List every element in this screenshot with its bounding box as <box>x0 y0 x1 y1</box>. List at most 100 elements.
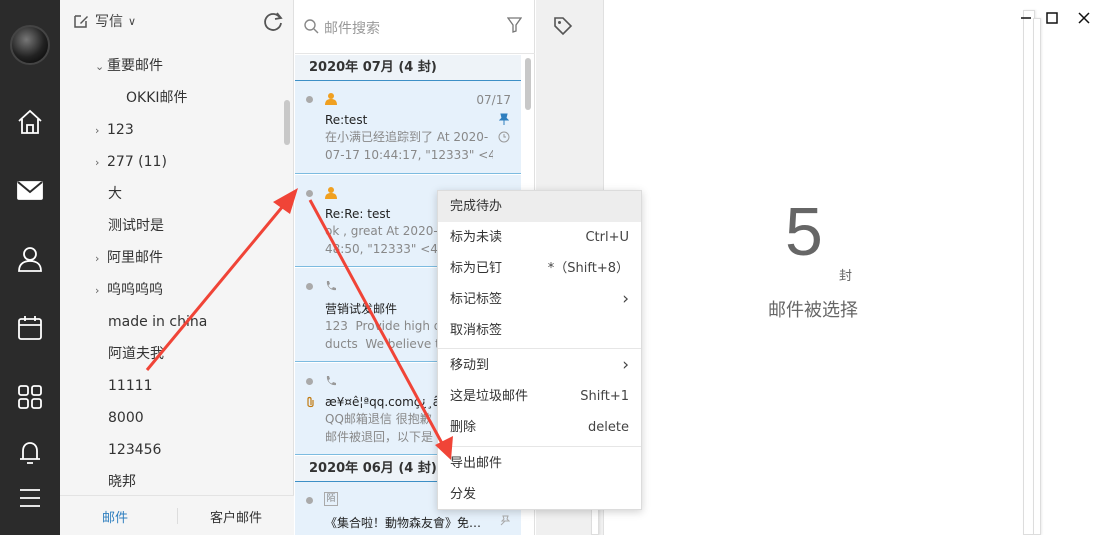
folder-item[interactable]: 测试时是 <box>108 212 164 240</box>
search-input[interactable]: 邮件搜索 <box>324 18 380 38</box>
person-icon <box>325 187 337 199</box>
folder-item[interactable]: › 123 <box>95 116 134 144</box>
menu-item-complete-todo[interactable]: 完成待办 <box>438 191 641 222</box>
apps-grid-icon[interactable] <box>15 382 45 412</box>
chevron-right-icon[interactable]: › <box>95 245 107 273</box>
chevron-right-icon: › <box>622 355 629 375</box>
folder-item[interactable]: OKKI邮件 <box>126 84 188 112</box>
menu-shortcut: Ctrl+U <box>585 230 629 245</box>
menu-item-label: 这是垃圾邮件 <box>450 389 529 404</box>
nav-sidebar <box>0 0 60 535</box>
list-scrollbar[interactable] <box>525 58 531 110</box>
menu-item-move-to[interactable]: 移动到 › <box>438 350 641 381</box>
menu-divider <box>438 446 641 447</box>
folder-item[interactable]: 阿道夫我 <box>108 340 164 368</box>
folder-label: 277 (11) <box>107 154 167 170</box>
compose-label: 写信 <box>95 14 123 30</box>
menu-divider <box>438 348 641 349</box>
chevron-down-icon[interactable]: ⌄ <box>95 53 107 81</box>
folder-header: 写信 ∨ <box>60 0 294 42</box>
group-header-july: 2020年 07月 (4 封) <box>295 55 521 81</box>
unread-dot <box>306 378 313 385</box>
mail-subject: Re:test <box>325 113 368 127</box>
stacked-paper <box>1033 18 1041 535</box>
folder-scrollbar[interactable] <box>284 100 290 145</box>
folder-label: 8000 <box>108 410 144 426</box>
bell-icon[interactable] <box>15 437 45 467</box>
menu-item-label: 导出邮件 <box>450 456 503 471</box>
menu-item-add-tag[interactable]: 标记标签 › <box>438 284 641 315</box>
edit-icon <box>74 15 88 28</box>
tag-icon[interactable] <box>553 16 573 36</box>
folder-label: 呜呜呜呜 <box>107 282 163 298</box>
tab-mail[interactable]: 邮件 <box>102 507 128 526</box>
mail-item[interactable]: 07/17 Re:test 在小满已经追踪到了 At 2020- 07-17 1… <box>295 81 521 174</box>
phone-icon <box>326 281 336 291</box>
pin-icon[interactable] <box>499 113 509 125</box>
tab-customer-mail[interactable]: 客户邮件 <box>210 507 262 526</box>
folder-label: 重要邮件 <box>107 58 163 74</box>
chevron-right-icon[interactable]: › <box>95 149 107 177</box>
folder-label: 11111 <box>108 378 153 394</box>
folder-item[interactable]: 11111 <box>108 372 153 400</box>
menu-item-distribute[interactable]: 分发 <box>438 479 641 510</box>
filter-icon[interactable] <box>507 17 522 33</box>
mail-preview: 在小满已经追踪到了 At 2020- <box>325 130 489 144</box>
menu-item-label: 完成待办 <box>450 199 503 214</box>
folder-label: 123 <box>107 122 134 138</box>
chevron-right-icon[interactable]: › <box>95 277 107 305</box>
minimize-button[interactable] <box>1016 8 1036 28</box>
chevron-right-icon: › <box>622 289 629 309</box>
contacts-icon[interactable] <box>15 244 45 274</box>
tab-divider <box>177 508 178 524</box>
close-button[interactable] <box>1074 8 1094 28</box>
folder-label: 测试时是 <box>108 218 164 234</box>
menu-item-label: 删除 <box>450 420 477 435</box>
folder-item[interactable]: › 呜呜呜呜 <box>95 276 163 304</box>
menu-item-spam[interactable]: 这是垃圾邮件 Shift+1 <box>438 381 641 412</box>
menu-item-export[interactable]: 导出邮件 <box>438 448 641 479</box>
mail-preview: 07-17 10:44:17, "12333" <40 <box>325 148 493 162</box>
avatar[interactable] <box>10 25 50 65</box>
menu-item-mark-pinned[interactable]: 标为已钉 *（Shift+8） <box>438 253 641 284</box>
attachment-icon <box>307 396 314 408</box>
chevron-right-icon[interactable]: › <box>95 117 107 145</box>
calendar-icon[interactable] <box>15 313 45 343</box>
stranger-badge: 陌 <box>324 492 338 506</box>
selected-label: 邮件被选择 <box>768 300 858 321</box>
menu-item-label: 标为未读 <box>450 230 503 245</box>
mail-icon[interactable] <box>15 175 45 205</box>
folder-item[interactable]: 大 <box>108 180 122 208</box>
folder-label: OKKI邮件 <box>126 90 188 106</box>
menu-item-delete[interactable]: 删除 delete <box>438 412 641 443</box>
folder-label: 晓邦 <box>108 474 136 490</box>
menu-item-label: 标记标签 <box>450 292 503 307</box>
refresh-icon[interactable] <box>262 10 284 32</box>
home-icon[interactable] <box>15 107 45 137</box>
maximize-button[interactable] <box>1042 8 1062 28</box>
folder-item[interactable]: 晓邦 <box>108 468 136 496</box>
reader-pane: 5 封 邮件被选择 <box>591 0 1100 535</box>
folder-item[interactable]: › 277 (11) <box>95 148 167 176</box>
folder-item[interactable]: 8000 <box>108 404 144 432</box>
count-unit: 封 <box>839 269 853 284</box>
phone-icon <box>326 376 336 386</box>
folder-item[interactable]: made in china <box>108 308 207 336</box>
menu-item-label: 移动到 <box>450 358 490 373</box>
folder-item[interactable]: 123456 <box>108 436 161 464</box>
unread-dot <box>306 283 313 290</box>
compose-button[interactable]: 写信 ∨ <box>72 11 136 31</box>
menu-item-mark-unread[interactable]: 标为未读 Ctrl+U <box>438 222 641 253</box>
search-bar: 邮件搜索 <box>295 0 535 54</box>
person-icon <box>325 93 337 105</box>
unread-dot <box>306 190 313 197</box>
folder-item[interactable]: › 阿里邮件 <box>95 244 163 272</box>
folder-label: made in china <box>108 314 208 330</box>
menu-item-label: 分发 <box>450 487 477 502</box>
pin-outline-icon[interactable] <box>499 515 510 526</box>
menu-icon[interactable] <box>15 483 45 513</box>
unread-dot <box>306 497 313 504</box>
menu-item-remove-tag[interactable]: 取消标签 <box>438 315 641 346</box>
folder-item[interactable]: ⌄ 重要邮件 <box>95 52 163 80</box>
selected-count: 5 <box>785 194 823 270</box>
